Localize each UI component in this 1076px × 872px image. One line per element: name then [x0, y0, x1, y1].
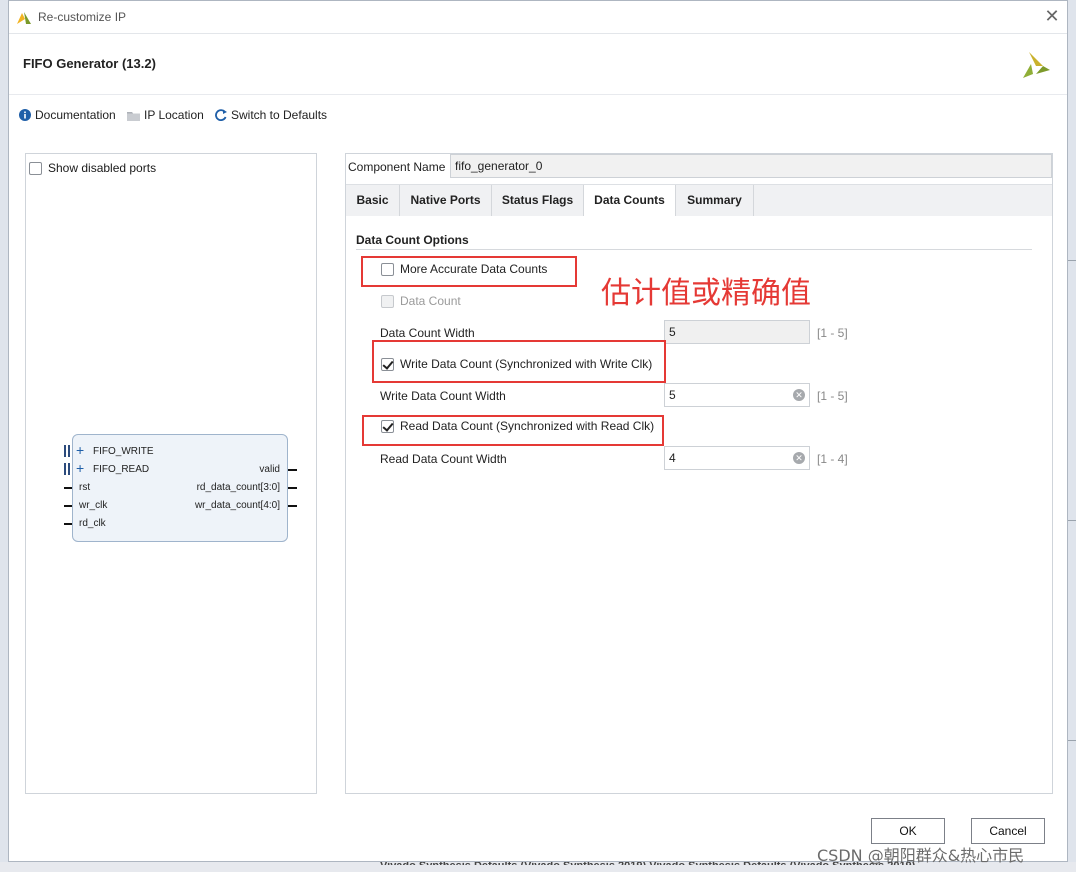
- annotation-highlight-box: [361, 256, 577, 287]
- input-port-wr-clk: wr_clk: [79, 500, 108, 511]
- documentation-link[interactable]: Documentation: [19, 105, 116, 125]
- bus-port-marker: [64, 445, 66, 457]
- data-count-width-label: Data Count Width: [380, 326, 475, 340]
- read-data-count-width-range: [1 - 4]: [817, 452, 848, 466]
- group-divider: [356, 249, 1032, 250]
- configuration-panel: Component Name fifo_generator_0 Basic Na…: [345, 153, 1053, 794]
- tab-summary[interactable]: Summary: [676, 185, 754, 217]
- component-name-field[interactable]: fifo_generator_0: [450, 154, 1052, 178]
- window-title: Re-customize IP: [38, 10, 127, 24]
- switch-to-defaults-link[interactable]: Switch to Defaults: [215, 105, 327, 125]
- bus-port-marker: [68, 445, 70, 457]
- ip-name-title: FIFO Generator (13.2): [23, 56, 156, 71]
- input-port-rd-clk: rd_clk: [79, 518, 106, 529]
- input-pin: [64, 523, 72, 525]
- tab-status-flags[interactable]: Status Flags: [492, 185, 584, 217]
- annotation-highlight-box: [372, 340, 666, 383]
- output-pin: [288, 487, 297, 489]
- output-port-rd-data-count: rd_data_count[3:0]: [196, 482, 280, 493]
- csdn-watermark: CSDN @朝阳群众&热心市民: [817, 846, 1025, 865]
- ip-toolbar: Documentation IP Location Switch to Defa…: [9, 105, 609, 127]
- show-disabled-ports-label: Show disabled ports: [48, 161, 157, 175]
- input-port-rst: rst: [79, 482, 91, 493]
- show-disabled-ports-row[interactable]: Show disabled ports: [29, 161, 156, 175]
- read-data-count-width-label: Read Data Count Width: [380, 452, 507, 466]
- config-tab-strip: Basic Native Ports Status Flags Data Cou…: [346, 184, 1052, 218]
- expand-plus-icon[interactable]: +: [76, 461, 84, 475]
- title-bar: Re-customize IP ✕: [9, 1, 1067, 34]
- read-data-count-width-value: 4: [669, 451, 676, 465]
- background-left-strip: [0, 0, 8, 872]
- refresh-icon: [215, 109, 227, 121]
- folder-icon: [127, 111, 140, 121]
- clear-field-icon[interactable]: ✕: [793, 452, 805, 464]
- annotation-highlight-box: [362, 415, 664, 446]
- info-icon: [19, 109, 31, 121]
- data-count-checkbox: [381, 294, 394, 308]
- data-count-width-range: [1 - 5]: [817, 326, 848, 340]
- xilinx-logo-icon: [1023, 52, 1050, 78]
- tab-basic[interactable]: Basic: [346, 185, 400, 217]
- output-port-wr-data-count: wr_data_count[4:0]: [194, 500, 280, 511]
- data-counts-tab-content: Data Count Options More Accurate Data Co…: [346, 216, 1052, 793]
- bus-port-marker: [64, 463, 66, 475]
- ip-location-link[interactable]: IP Location: [127, 105, 204, 125]
- ip-location-label: IP Location: [144, 108, 204, 122]
- input-pin: [64, 487, 72, 489]
- data-count-options-title: Data Count Options: [356, 233, 469, 247]
- output-pin: [288, 505, 297, 507]
- write-data-count-width-field[interactable]: 5 ✕: [664, 383, 810, 407]
- tab-native-ports[interactable]: Native Ports: [400, 185, 492, 217]
- bus-port-fifo-write: FIFO_WRITE: [93, 446, 154, 457]
- read-data-count-width-field[interactable]: 4 ✕: [664, 446, 810, 470]
- clear-field-icon[interactable]: ✕: [793, 389, 805, 401]
- write-data-count-width-range: [1 - 5]: [817, 389, 848, 403]
- data-count-width-field: 5: [664, 320, 810, 344]
- expand-plus-icon[interactable]: +: [76, 443, 84, 457]
- bus-port-marker: [68, 463, 70, 475]
- annotation-text: 估计值或精确值: [601, 276, 811, 311]
- ip-symbol-block: + FIFO_WRITE + FIFO_READ rst wr_clk rd_c…: [64, 434, 297, 542]
- output-port-valid: valid: [259, 464, 280, 475]
- documentation-label: Documentation: [35, 108, 116, 122]
- ok-button[interactable]: OK: [871, 818, 945, 844]
- tab-data-counts[interactable]: Data Counts: [584, 185, 676, 218]
- bus-port-fifo-read: FIFO_READ: [93, 464, 150, 475]
- vivado-app-icon: [17, 12, 31, 24]
- write-data-count-width-value: 5: [669, 388, 676, 402]
- cancel-button[interactable]: Cancel: [971, 818, 1045, 844]
- input-pin: [64, 505, 72, 507]
- ip-symbol-panel: Show disabled ports + FIFO_WRITE + FIFO_…: [25, 153, 317, 794]
- background-right-strip: [1068, 0, 1076, 872]
- data-count-option: Data Count: [381, 294, 461, 308]
- component-name-label: Component Name: [348, 160, 446, 174]
- show-disabled-ports-checkbox[interactable]: [29, 161, 42, 175]
- output-pin: [288, 469, 297, 471]
- switch-to-defaults-label: Switch to Defaults: [231, 108, 328, 122]
- dialog-header: FIFO Generator (13.2): [9, 34, 1067, 95]
- re-customize-ip-dialog: Re-customize IP ✕ FIFO Generator (13.2) …: [8, 0, 1068, 862]
- write-data-count-width-label: Write Data Count Width: [380, 389, 506, 403]
- close-icon[interactable]: ✕: [1043, 7, 1061, 25]
- data-count-label: Data Count: [400, 294, 461, 308]
